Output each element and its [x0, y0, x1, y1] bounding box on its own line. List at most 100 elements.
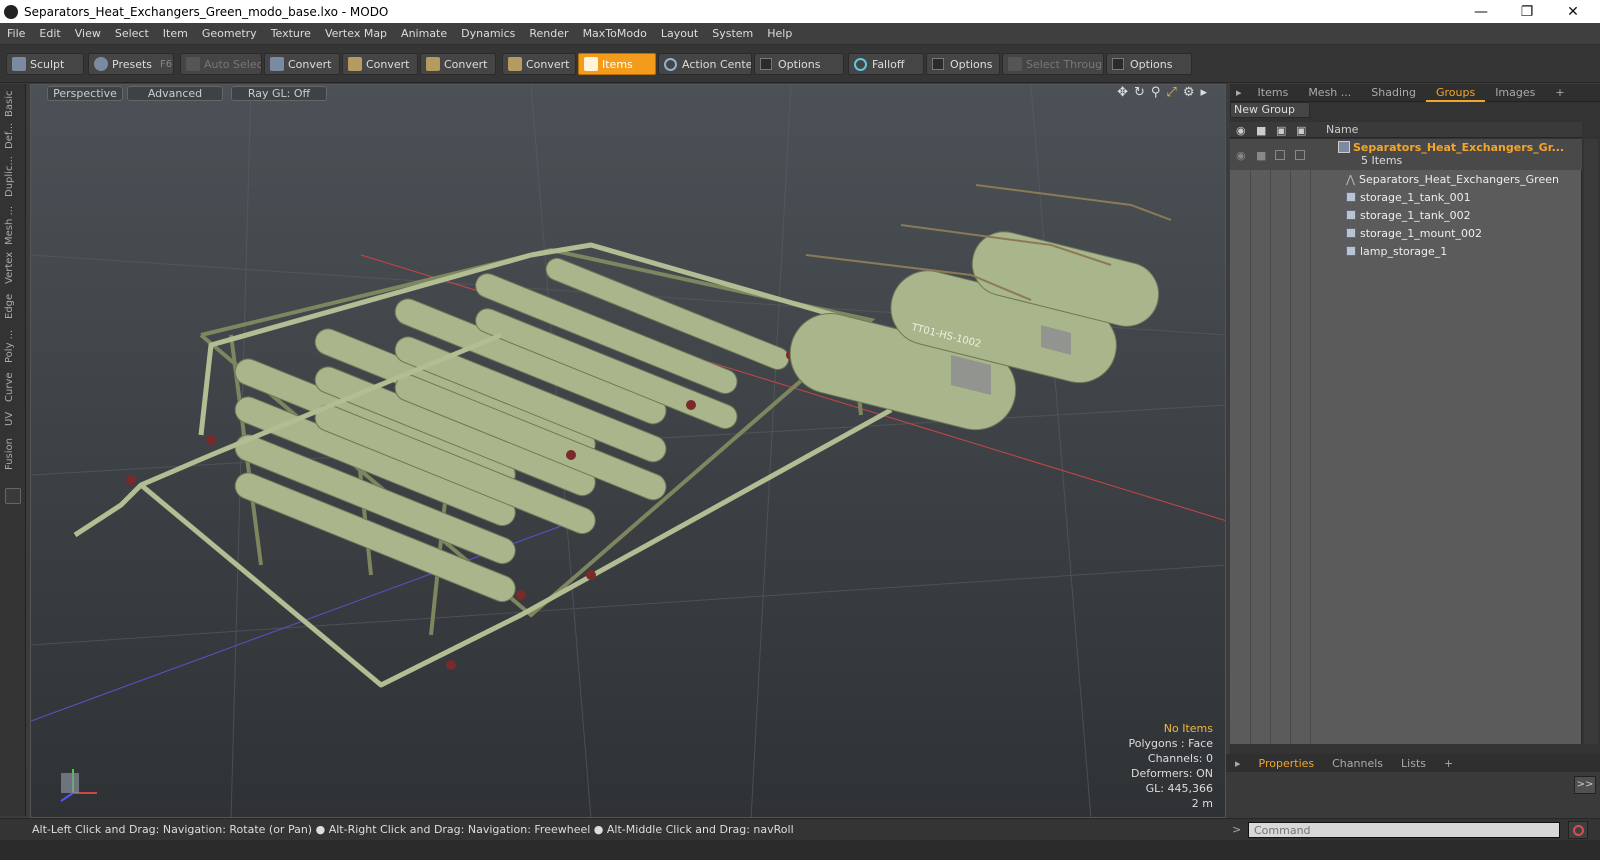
channels-info: Channels: 0 — [1147, 752, 1213, 765]
shading-mode-button[interactable]: Advanced — [127, 86, 223, 101]
convert-button-4[interactable]: Convert — [502, 53, 576, 75]
menu-vertex-map[interactable]: Vertex Map — [318, 27, 394, 40]
cube-icon — [1346, 228, 1356, 238]
eye-icon[interactable]: ◉ — [1236, 124, 1246, 137]
tab-properties[interactable]: Properties — [1250, 757, 1324, 770]
gear-icon[interactable]: ⚙ — [1183, 85, 1195, 100]
tab-polygon[interactable]: Poly ... — [4, 326, 22, 366]
maximize-icon[interactable]: ❐ — [1504, 0, 1550, 23]
tool-tabs: Basic Def... Duplic... Mesh ... Vertex E… — [0, 84, 26, 816]
convert-button-1[interactable]: Convert — [264, 53, 340, 75]
tab-duplicate[interactable]: Duplic... — [4, 154, 22, 200]
menu-layout[interactable]: Layout — [654, 27, 705, 40]
expand-button[interactable]: >> — [1574, 776, 1596, 794]
pan-icon[interactable]: ✥ — [1117, 85, 1128, 100]
options-button-3[interactable]: Options — [1106, 53, 1192, 75]
panel-menu-icon[interactable]: ▸ — [1226, 757, 1250, 770]
menu-animate[interactable]: Animate — [394, 27, 454, 40]
presets-button[interactable]: Presets F6 — [88, 53, 174, 75]
lock-icon[interactable]: ▣ — [1276, 124, 1286, 137]
options-button-1[interactable]: Options — [754, 53, 844, 75]
add-tab-icon[interactable]: + — [1435, 757, 1462, 770]
falloff-icon — [854, 57, 867, 71]
tab-expand-button[interactable] — [5, 488, 21, 504]
tab-edge[interactable]: Edge — [4, 290, 22, 322]
menu-maxtomodo[interactable]: MaxToModo — [576, 27, 654, 40]
checkbox-icon — [932, 58, 944, 70]
action-center-button[interactable]: Action Center — [658, 53, 752, 75]
name-column-header[interactable]: Name — [1326, 123, 1358, 136]
viewport-menu-icon[interactable]: ▸ — [1200, 85, 1207, 100]
panel-menu-icon[interactable]: ▸ — [1230, 84, 1248, 102]
tab-channels[interactable]: Channels — [1323, 757, 1392, 770]
tab-fusion[interactable]: Fusion — [4, 434, 22, 474]
minimize-icon[interactable]: — — [1458, 0, 1504, 23]
items-mode-button[interactable]: Items5 — [578, 53, 656, 75]
list-item[interactable]: storage_1_mount_002 — [1230, 225, 1582, 243]
status-hint-roll: Alt-Middle Click and Drag: navRoll — [606, 823, 794, 836]
tab-mesh[interactable]: Mesh ... — [1298, 84, 1361, 102]
render-toggle-icon[interactable]: ■ — [1256, 147, 1266, 165]
add-tab-icon[interactable]: + — [1545, 84, 1574, 102]
list-item[interactable]: storage_1_tank_002 — [1230, 207, 1582, 225]
menu-dynamics[interactable]: Dynamics — [454, 27, 522, 40]
tab-images[interactable]: Images — [1485, 84, 1545, 102]
auto-select-button[interactable]: Auto Select — [180, 53, 262, 75]
perspective-view-button[interactable]: Perspective — [47, 86, 123, 101]
menu-view[interactable]: View — [68, 27, 108, 40]
tab-curve[interactable]: Curve — [4, 370, 22, 404]
tab-mesh[interactable]: Mesh ... — [4, 204, 22, 246]
fit-icon[interactable]: ⤢ — [1166, 85, 1176, 100]
cube-icon — [186, 57, 200, 71]
panel-tabs: ▸ Items Mesh ... Shading Groups Images + — [1230, 84, 1600, 102]
tab-shading[interactable]: Shading — [1361, 84, 1426, 102]
record-icon — [1573, 825, 1584, 836]
menu-select[interactable]: Select — [108, 27, 156, 40]
presets-icon — [94, 57, 108, 71]
bullet-icon: ● — [593, 823, 607, 836]
tab-groups[interactable]: Groups — [1425, 84, 1486, 102]
select-through-button[interactable]: Select Through — [1002, 53, 1104, 75]
lock-toggle[interactable] — [1275, 150, 1285, 160]
select-icon[interactable]: ▣ — [1296, 124, 1306, 137]
list-header: ◉ ■ ▣ ▣ Name — [1230, 122, 1582, 138]
menu-item[interactable]: Item — [156, 27, 195, 40]
close-icon[interactable]: ✕ — [1550, 0, 1596, 23]
falloff-button[interactable]: Falloff — [848, 53, 924, 75]
menu-render[interactable]: Render — [522, 27, 575, 40]
tab-basic[interactable]: Basic — [4, 88, 22, 120]
menu-edit[interactable]: Edit — [32, 27, 67, 40]
raygl-button[interactable]: Ray GL: Off — [231, 86, 327, 101]
rotate-icon[interactable]: ↻ — [1134, 85, 1145, 100]
visibility-icon[interactable]: ◉ — [1236, 147, 1246, 165]
menu-system[interactable]: System — [705, 27, 760, 40]
group-count: 5 Items — [1361, 154, 1403, 167]
command-input[interactable] — [1248, 822, 1560, 838]
list-scrollbar[interactable] — [1584, 139, 1598, 744]
options-button-2[interactable]: Options — [926, 53, 1000, 75]
list-item[interactable]: ⋀ Separators_Heat_Exchangers_Green — [1230, 171, 1582, 189]
menu-file[interactable]: File — [0, 27, 32, 40]
convert-button-3[interactable]: Convert — [420, 53, 496, 75]
tab-deform[interactable]: Def... — [4, 122, 22, 150]
sculpt-button[interactable]: Sculpt — [6, 53, 84, 75]
menu-help[interactable]: Help — [760, 27, 799, 40]
tab-items[interactable]: Items — [1248, 84, 1299, 102]
record-button[interactable] — [1568, 821, 1588, 839]
new-group-button[interactable]: New Group — [1230, 102, 1310, 118]
list-item[interactable]: lamp_storage_1 — [1230, 243, 1582, 261]
render-icon[interactable]: ■ — [1256, 124, 1266, 137]
window-title: Separators_Heat_Exchangers_Green_modo_ba… — [24, 4, 389, 19]
tab-uv[interactable]: UV — [4, 408, 22, 430]
convert-button-2[interactable]: Convert — [342, 53, 418, 75]
list-item[interactable]: storage_1_tank_001 — [1230, 189, 1582, 207]
3d-viewport[interactable]: TT01-HS-1002 Perspective Advanced Ray GL… — [30, 84, 1226, 818]
menu-geometry[interactable]: Geometry — [195, 27, 264, 40]
zoom-icon[interactable]: ⚲ — [1151, 85, 1161, 100]
menu-texture[interactable]: Texture — [264, 27, 318, 40]
select-toggle[interactable] — [1295, 150, 1305, 160]
status-hint-freewheel: Alt-Right Click and Drag: Navigation: Fr… — [328, 823, 591, 836]
tab-vertex[interactable]: Vertex — [4, 250, 22, 286]
tab-lists[interactable]: Lists — [1392, 757, 1435, 770]
group-row[interactable]: ◉ ■ Separators_Heat_Exchangers_Gr... 5 I… — [1230, 139, 1582, 170]
